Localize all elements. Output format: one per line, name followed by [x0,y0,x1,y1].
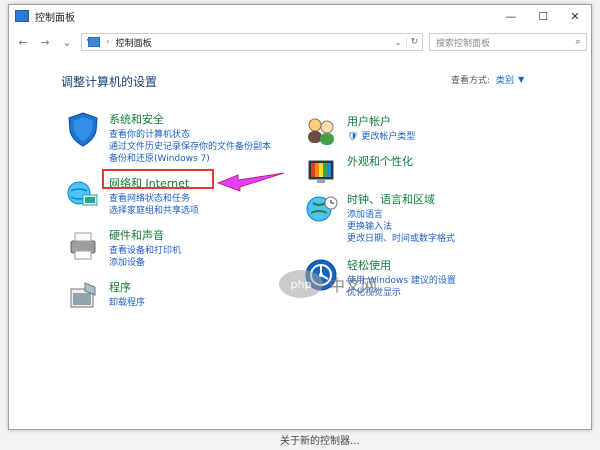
shield-icon [68,112,98,147]
title-bar: 控制面板 — ☐ ✕ [9,5,591,27]
page-title: 调整计算机的设置 [61,75,158,89]
link-network-status[interactable]: 查看网络状态和任务 [109,193,199,205]
link-homegroup-sharing[interactable]: 选择家庭组和共享选项 [109,205,199,217]
watermark: php 中文网 [279,270,377,298]
search-icon[interactable]: ⌕ [570,37,586,47]
control-panel-icon [15,10,29,22]
refresh-button[interactable]: ↻ [406,37,422,47]
uac-shield-icon: 🛡 [347,132,359,142]
category-text: 程序 卸载程序 [109,279,145,309]
category-title-clock-language-region[interactable]: 时钟、语言和区域 [347,191,455,207]
search-input[interactable]: 搜索控制面板 [436,36,490,49]
category-text: 外观和个性化 [347,153,413,171]
link-devices-printers[interactable]: 查看设备和打印机 [109,245,181,257]
window-title: 控制面板 [35,12,75,24]
control-panel-window: 控制面板 — ☐ ✕ ← → ⌄ ↑ › 控制面板 ⌄ ↻ 搜索控制面板 ⌕ [8,4,592,430]
link-file-history[interactable]: 通过文件历史记录保存你的文件备份副本 [109,141,271,153]
category-text: 时钟、语言和区域 添加语言 更换输入法 更改日期、时间或数字格式 [347,191,455,245]
highlight-box [102,169,214,189]
navigation-bar: ← → ⌄ ↑ › 控制面板 ⌄ ↻ 搜索控制面板 ⌕ [9,29,591,55]
program-icon [70,282,96,308]
minimize-button[interactable]: — [495,5,527,27]
link-change-date-time-format[interactable]: 更改日期、时间或数字格式 [347,233,455,245]
category-text: 用户帐户 🛡 更改帐户类型 [347,113,415,143]
link-change-input-method[interactable]: 更换输入法 [347,221,455,233]
category-text: 硬件和声音 查看设备和打印机 添加设备 [109,227,181,269]
link-change-account-type[interactable]: 🛡 更改帐户类型 [347,131,415,143]
watermark-text: 中文网 [329,276,378,295]
category-title-user-accounts[interactable]: 用户帐户 [347,113,415,129]
category-title-hardware-sound[interactable]: 硬件和声音 [109,227,181,243]
view-by: 查看方式: 类别 ▼ [451,73,524,86]
view-by-dropdown[interactable]: 类别 [496,73,514,86]
control-panel-content: 调整计算机的设置 查看方式: 类别 ▼ 系统和安全 查看你的计算机状态 通过文件… [9,57,591,431]
recent-locations-button[interactable]: ⌄ [59,33,75,51]
search-box[interactable]: 搜索控制面板 ⌕ [429,33,587,51]
printer-icon [70,232,96,260]
screenshot-frame: 控制面板 — ☐ ✕ ← → ⌄ ↑ › 控制面板 ⌄ ↻ 搜索控制面板 ⌕ [0,0,600,450]
bottom-partial-text: 关于新的控制器... [280,436,360,447]
category-text: 系统和安全 查看你的计算机状态 通过文件历史记录保存你的文件备份副本 备份和还原… [109,111,271,165]
link-view-computer-status[interactable]: 查看你的计算机状态 [109,129,271,141]
address-separator: › [106,37,110,47]
category-title-system-security[interactable]: 系统和安全 [109,111,271,127]
view-by-label: 查看方式: [451,76,491,86]
network-icon [67,181,98,206]
appearance-icon [308,160,334,183]
address-control-panel-icon [88,37,100,47]
users-icon [308,118,334,145]
link-backup-restore[interactable]: 备份和还原(Windows 7) [109,153,271,165]
address-dropdown-icon[interactable]: ⌄ [390,38,406,47]
close-button[interactable]: ✕ [559,5,591,27]
forward-button[interactable]: → [37,33,53,51]
link-uninstall-program[interactable]: 卸载程序 [109,297,145,309]
window-controls: — ☐ ✕ [495,5,591,27]
link-text-change-account-type: 更改帐户类型 [361,132,416,142]
category-title-appearance[interactable]: 外观和个性化 [347,153,413,169]
view-by-caret-icon[interactable]: ▼ [518,75,524,84]
globe-clock-icon [306,196,338,222]
back-button[interactable]: ← [15,33,31,51]
link-add-device[interactable]: 添加设备 [109,257,181,269]
maximize-button[interactable]: ☐ [527,5,559,27]
address-bar[interactable]: › 控制面板 ⌄ ↻ [81,33,423,51]
watermark-badge: php [279,270,323,298]
pointer-arrow-icon [216,172,285,192]
link-add-language[interactable]: 添加语言 [347,209,455,221]
category-title-programs[interactable]: 程序 [109,279,145,295]
breadcrumb-control-panel[interactable]: 控制面板 [116,36,152,49]
